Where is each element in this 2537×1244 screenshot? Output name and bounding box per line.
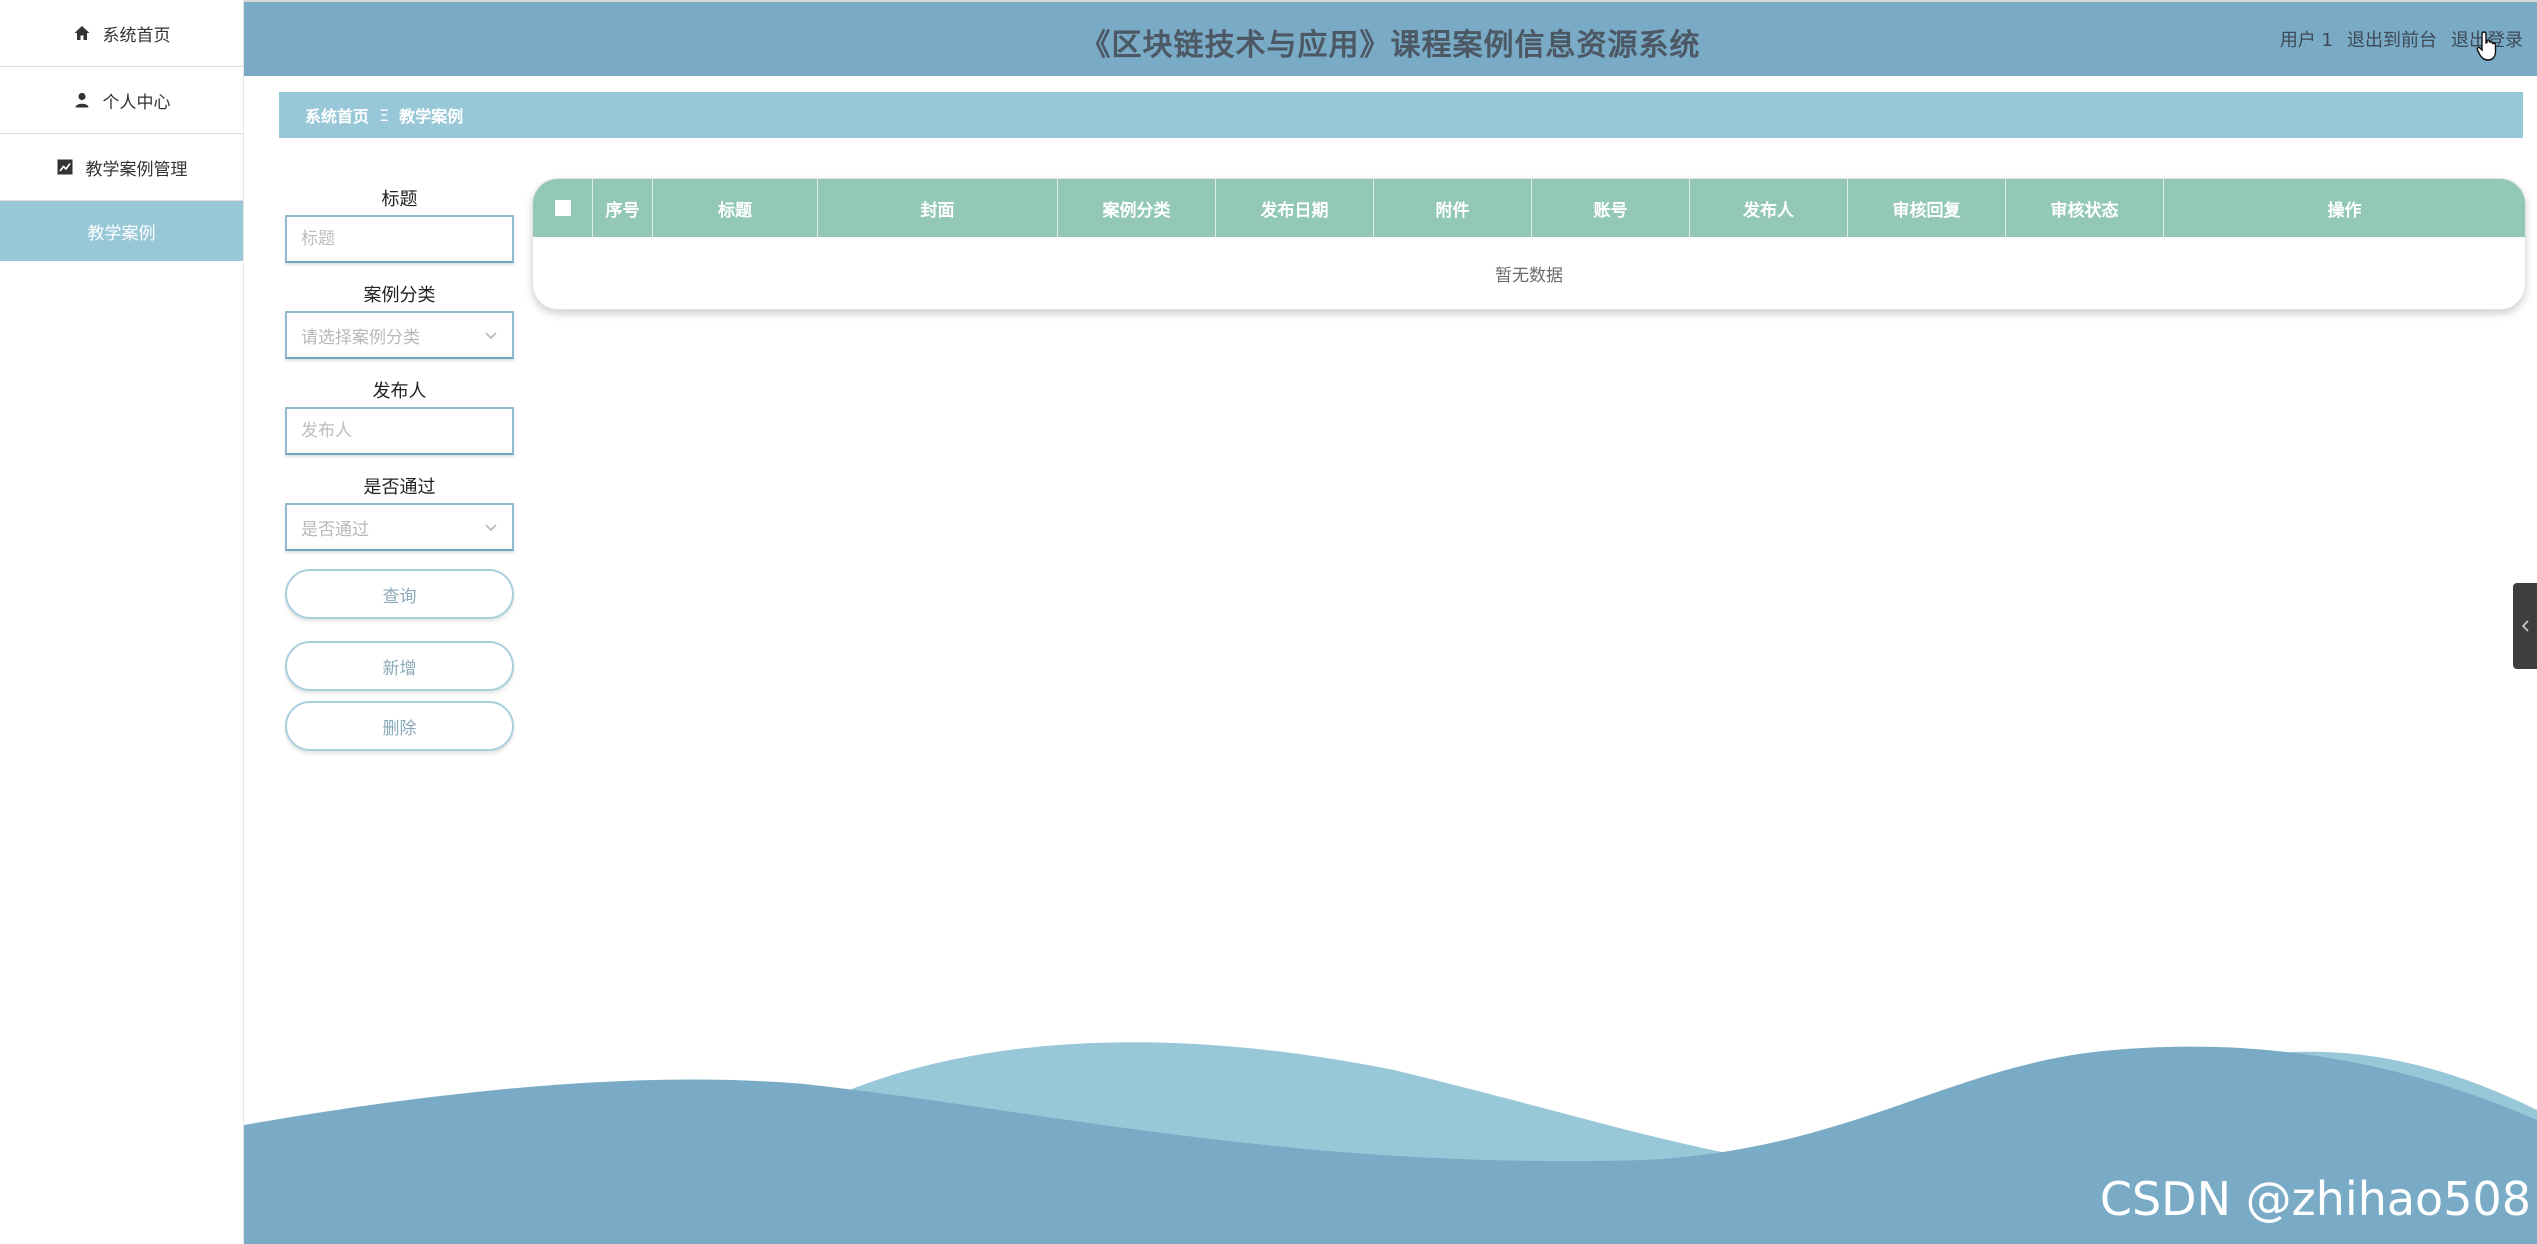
chart-icon [56,158,74,176]
category-select-placeholder: 请选择案例分类 [301,327,420,348]
column-header: 序号 [593,179,653,237]
data-table: 序号 标题 封面 案例分类 发布日期 附件 账号 发布人 审核回复 审核状态 操… [532,178,2526,310]
watermark: CSDN @zhihao508 [2099,1172,2531,1226]
top-header: 《区块链技术与应用》课程案例信息资源系统 用户 1 退出到前台 退出登录 [244,0,2537,76]
pass-label: 是否通过 [363,477,436,498]
query-button[interactable]: 查询 [285,569,514,619]
back-to-front-link[interactable]: 退出到前台 [2347,26,2437,52]
chevron-left-icon [2521,620,2529,632]
category-label: 案例分类 [363,285,436,306]
sidebar-item-label: 个人中心 [102,92,171,113]
table-header: 序号 标题 封面 案例分类 发布日期 附件 账号 发布人 审核回复 审核状态 操… [533,179,2525,237]
search-panel: 标题 案例分类 请选择案例分类 发布人 是否通过 是否通过 查询 新增 删除 [285,185,514,751]
sidebar-item-home[interactable]: 系统首页 [0,0,243,67]
column-header: 案例分类 [1058,179,1216,237]
column-header: 审核回复 [1848,179,2006,237]
sidebar: 系统首页 个人中心 教学案例管理 教学案例 [0,0,244,1244]
chevron-down-icon [485,332,497,340]
column-header: 发布日期 [1216,179,1374,237]
sidebar-item-label: 教学案例 [87,223,156,244]
page-title: 《区块链技术与应用》课程案例信息资源系统 [1080,28,1701,63]
add-button[interactable]: 新增 [285,641,514,691]
delete-button[interactable]: 删除 [285,701,514,751]
sidebar-item-profile[interactable]: 个人中心 [0,67,243,134]
sidebar-item-label: 教学案例管理 [85,159,188,180]
column-header: 审核状态 [2006,179,2164,237]
collapse-tab[interactable] [2513,583,2537,669]
publisher-input[interactable] [285,407,514,455]
hand-cursor-icon [2476,31,2497,61]
pass-select[interactable]: 是否通过 [285,503,514,551]
pass-select-placeholder: 是否通过 [301,519,369,540]
column-header: 附件 [1374,179,1532,237]
breadcrumb-current: 教学案例 [399,107,464,126]
title-label: 标题 [381,189,418,210]
home-icon [73,24,91,42]
sidebar-item-teaching-case[interactable]: 教学案例 [0,201,243,261]
select-all-checkbox[interactable] [554,200,571,216]
category-select[interactable]: 请选择案例分类 [285,311,514,359]
user-icon [73,91,91,109]
title-input[interactable] [285,215,514,263]
chevron-down-icon [485,524,497,532]
user-name-link[interactable]: 用户 1 [2280,26,2333,52]
column-header: 账号 [1532,179,1690,237]
sidebar-item-label: 系统首页 [102,25,171,46]
publisher-label: 发布人 [372,381,427,402]
select-all-checkbox-cell[interactable] [533,179,593,237]
column-header: 标题 [653,179,818,237]
column-header: 发布人 [1690,179,1848,237]
empty-state: 暂无数据 [1495,265,1563,286]
breadcrumb-home[interactable]: 系统首页 [305,103,369,127]
column-header: 操作 [2327,200,2362,221]
column-header: 封面 [818,179,1058,237]
breadcrumb-separator: Ξ [379,105,390,125]
breadcrumb: 系统首页 Ξ 教学案例 [279,92,2523,138]
sidebar-item-case-management[interactable]: 教学案例管理 [0,134,243,201]
